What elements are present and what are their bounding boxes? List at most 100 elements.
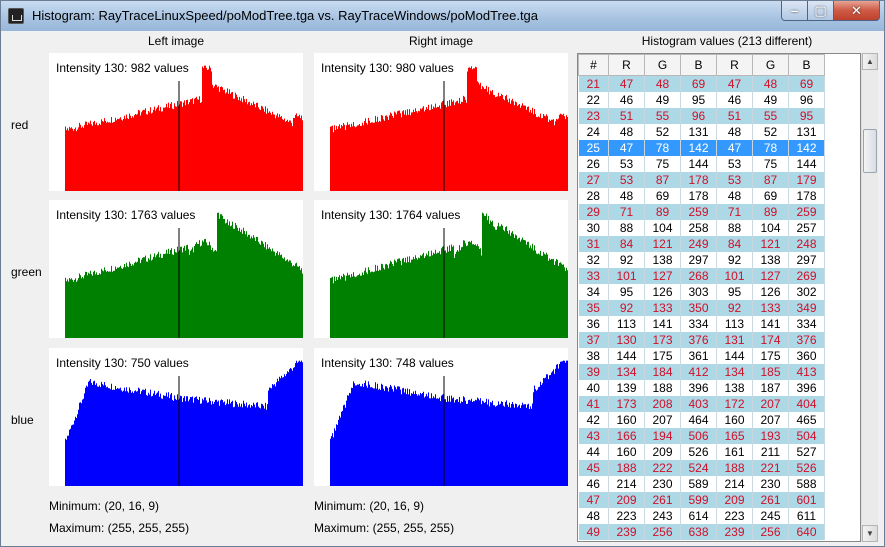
close-button[interactable]: ✕ [834, 1, 880, 21]
table-cell: 188 [644, 380, 681, 396]
table-row[interactable]: 23 51 55 96 51 55 95 [578, 108, 825, 124]
table-cell: 161 [716, 444, 753, 460]
table-cell: 133 [644, 300, 681, 316]
table-row[interactable]: 42 160 207 464 160 207 465 [578, 412, 825, 428]
table-cell: 71 [716, 204, 753, 220]
table-row[interactable]: 39 134 184 412 134 185 413 [578, 364, 825, 380]
table-cell: 403 [680, 396, 717, 412]
table-cell: 53 [608, 156, 645, 172]
table-row[interactable]: 34 95 126 303 95 126 302 [578, 284, 825, 300]
table-cell: 92 [608, 300, 645, 316]
table-row[interactable]: 24 48 52 131 48 52 131 [578, 124, 825, 140]
table-cell: 268 [680, 268, 717, 284]
column-header[interactable]: R [716, 54, 753, 76]
table-row[interactable]: 31 84 121 249 84 121 248 [578, 236, 825, 252]
table-cell: 214 [716, 476, 753, 492]
histogram-right-red[interactable]: Intensity 130: 980 values [314, 53, 568, 191]
table-cell: 126 [644, 284, 681, 300]
histogram-right-blue[interactable]: Intensity 130: 748 values [314, 348, 568, 486]
table-cell: 48 [578, 508, 609, 524]
table-cell: 84 [608, 236, 645, 252]
table-row[interactable]: 38 144 175 361 144 175 360 [578, 348, 825, 364]
window-title: Histogram: RayTraceLinuxSpeed/poModTree.… [32, 8, 539, 23]
table-row[interactable]: 21 47 48 69 47 48 69 [578, 75, 825, 92]
table-row[interactable]: 37 130 173 376 131 174 376 [578, 332, 825, 348]
column-header[interactable]: G [644, 54, 681, 76]
scroll-up-button[interactable]: ▲ [862, 53, 878, 70]
column-header[interactable]: B [680, 54, 717, 76]
histogram-left-green[interactable]: Intensity 130: 1763 values [49, 200, 303, 338]
table-cell: 349 [788, 300, 825, 316]
maximize-button[interactable]: ▢ [808, 1, 834, 21]
table-cell: 297 [680, 252, 717, 268]
histogram-bars [49, 360, 303, 486]
table-cell: 28 [578, 188, 609, 204]
table-cell: 34 [578, 284, 609, 300]
table-row[interactable]: 29 71 89 259 71 89 259 [578, 204, 825, 220]
table-cell: 184 [644, 364, 681, 380]
histogram-label: Intensity 130: 1763 values [56, 208, 196, 222]
histogram-left-red[interactable]: Intensity 130: 982 values [49, 53, 303, 191]
minimize-button[interactable]: – [781, 1, 808, 21]
table-cell: 208 [644, 396, 681, 412]
table-row[interactable]: 25 47 78 142 47 78 142 [578, 140, 825, 156]
table-cell: 187 [752, 380, 789, 396]
table-cell: 524 [680, 460, 717, 476]
table-cell: 131 [716, 332, 753, 348]
title-bar[interactable]: Histogram: RayTraceLinuxSpeed/poModTree.… [1, 1, 884, 31]
table-row[interactable]: 27 53 87 178 53 87 179 [578, 172, 825, 188]
table-row[interactable]: 35 92 133 350 92 133 349 [578, 300, 825, 316]
table-cell: 75 [752, 156, 789, 172]
table-cell: 526 [680, 444, 717, 460]
table-row[interactable]: 30 88 104 258 88 104 257 [578, 220, 825, 236]
table-scrollbar[interactable]: ▲ ▼ [861, 53, 878, 542]
table-row[interactable]: 26 53 75 144 53 75 144 [578, 156, 825, 172]
table-row[interactable]: 41 173 208 403 172 207 404 [578, 396, 825, 412]
histogram-left-blue[interactable]: Intensity 130: 750 values [49, 348, 303, 486]
column-header[interactable]: # [578, 54, 609, 76]
table-row[interactable]: 45 188 222 524 188 221 526 [578, 460, 825, 476]
column-header[interactable]: R [608, 54, 645, 76]
table-cell: 614 [680, 508, 717, 524]
column-header[interactable]: G [752, 54, 789, 76]
scroll-thumb[interactable] [863, 129, 877, 173]
table-cell: 138 [716, 380, 753, 396]
table-cell: 22 [578, 92, 609, 108]
table-row[interactable]: 48 223 243 614 223 245 611 [578, 508, 825, 524]
histogram-right-green[interactable]: Intensity 130: 1764 values [314, 200, 568, 338]
table-header-row: # R G B R G B [578, 54, 825, 76]
table-cell: 640 [788, 524, 825, 540]
table-row[interactable]: 43 166 194 506 165 193 504 [578, 428, 825, 444]
table-cell: 46 [716, 92, 753, 108]
table-cell: 47 [716, 75, 753, 92]
table-cell: 134 [716, 364, 753, 380]
table-cell: 88 [716, 220, 753, 236]
table-cell: 96 [680, 108, 717, 124]
table-row[interactable]: 47 209 261 599 209 261 601 [578, 492, 825, 508]
histogram-label: Intensity 130: 982 values [56, 61, 189, 75]
table-row[interactable]: 40 139 188 396 138 187 396 [578, 380, 825, 396]
table-row[interactable]: 33 101 127 268 101 127 269 [578, 268, 825, 284]
table-cell: 144 [608, 348, 645, 364]
table-row[interactable]: 28 48 69 178 48 69 178 [578, 188, 825, 204]
table-row[interactable]: 49 239 256 638 239 256 640 [578, 524, 825, 540]
histogram-bars [314, 212, 568, 338]
table-cell: 69 [788, 75, 825, 92]
table-cell: 256 [752, 524, 789, 540]
app-icon[interactable] [8, 8, 24, 24]
table-cell: 27 [578, 172, 609, 188]
table-row[interactable]: 36 113 141 334 113 141 334 [578, 316, 825, 332]
table-cell: 47 [608, 75, 645, 92]
table-row[interactable]: 46 214 230 589 214 230 588 [578, 476, 825, 492]
histogram-values-table[interactable]: # R G B R G B 21 47 48 69 47 48 69 22 46 49 95 46 49 96 23 51… [577, 53, 861, 542]
table-cell: 256 [644, 524, 681, 540]
histogram-window: Histogram: RayTraceLinuxSpeed/poModTree.… [0, 0, 885, 547]
table-row[interactable]: 32 92 138 297 92 138 297 [578, 252, 825, 268]
column-header[interactable]: B [788, 54, 825, 76]
scroll-down-button[interactable]: ▼ [862, 525, 878, 542]
table-row[interactable]: 44 160 209 526 161 211 527 [578, 444, 825, 460]
table-cell: 223 [716, 508, 753, 524]
table-row[interactable]: 22 46 49 95 46 49 96 [578, 92, 825, 108]
table-cell: 130 [608, 332, 645, 348]
window-controls: – ▢ ✕ [781, 1, 880, 21]
